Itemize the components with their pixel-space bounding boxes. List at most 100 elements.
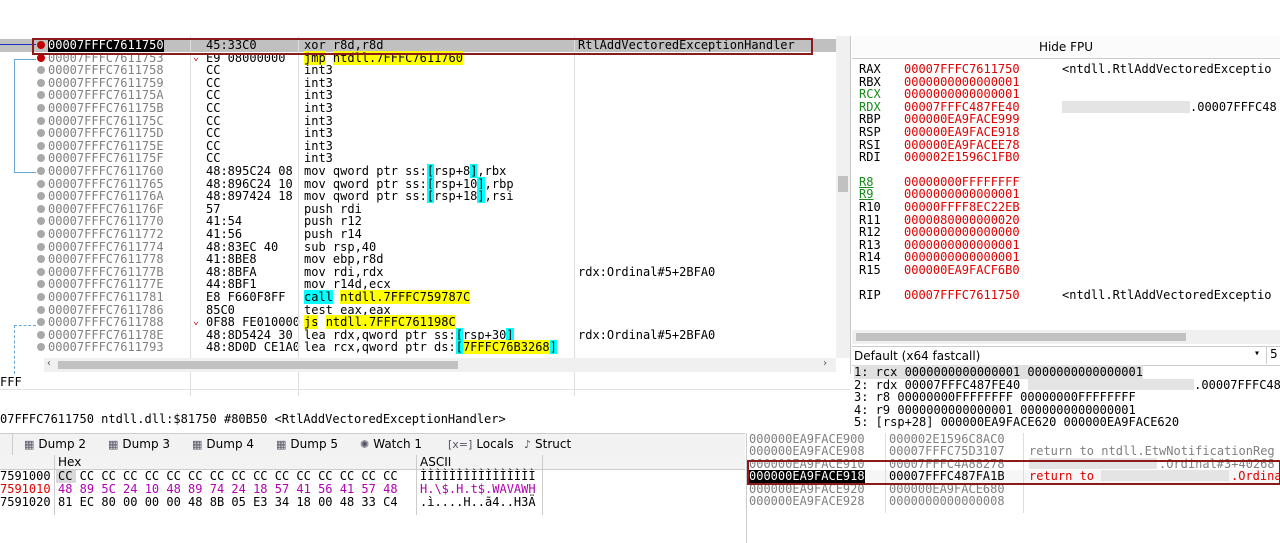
stack-row[interactable]: 000000EA9FACE908 00007FFFC75D3107 return t… [747, 445, 1280, 457]
tab-watch-1[interactable]: ✺ Watch 1 [360, 437, 422, 451]
breakpoint-dot[interactable] [37, 154, 45, 163]
disasm-row[interactable]: 00007FFFC761176A 48:897424 18 mov qword pt… [0, 189, 836, 204]
disasm-row[interactable]: 00007FFFC7611781 E8 F660F8FF call ntdll.7F… [0, 290, 836, 304]
stack-row[interactable]: 000000EA9FACE928 0000000000000008 [747, 495, 1280, 507]
scrollbar-thumb[interactable] [58, 361, 458, 369]
dump-hex: CC CC CC CC CC CC CC CC CC CC CC CC CC C… [58, 469, 398, 483]
scrollbar-thumb[interactable] [838, 176, 848, 192]
disasm-row[interactable]: 00007FFFC761175D CC int3 [0, 127, 836, 140]
horizontal-scrollbar[interactable]: ‹ › [44, 358, 836, 372]
redacted-block [1062, 100, 1190, 113]
tab-label: Dump 2 [38, 437, 87, 451]
disasm-row[interactable]: 00007FFFC7611788 ⌄ 0F88 FE010000 js ntdll.7… [0, 315, 836, 330]
tab-dump-2[interactable]: ▦ Dump 2 [24, 437, 86, 451]
tab-label: Dump 4 [206, 437, 255, 451]
disasm-row[interactable]: 00007FFFC7611760 48:895C24 08 mov qword pt… [0, 164, 836, 178]
register-value[interactable]: 0000000000000000 [904, 226, 1020, 239]
tab-struct[interactable]: ♪ Struct [524, 437, 571, 451]
disasm-row[interactable]: 00007FFFC7611758 CC int3 [0, 64, 836, 77]
register-name: R15 [859, 263, 881, 277]
info-line-2: 07FFFC7611750 ntdll.dll:$81750 #80B50 <R… [0, 412, 506, 426]
breakpoint-dot[interactable] [37, 230, 45, 238]
breakpoint-dot[interactable] [37, 204, 45, 213]
stack-pane[interactable]: 000000EA9FACE900 000002E1596C8AC0 000000EA… [746, 433, 1280, 543]
column-separator [298, 36, 299, 396]
register-value[interactable]: 000000EA9FACF6B0 [904, 264, 1020, 277]
breakpoint-dot[interactable] [37, 104, 45, 112]
current-instruction-highlight-box [32, 38, 813, 55]
register-name: R10 [859, 200, 881, 214]
instruction-address: 00007FFFC7611760 [48, 164, 164, 178]
vertical-scrollbar[interactable] [836, 36, 850, 358]
tab-locals[interactable]: [x=] Locals [448, 437, 514, 451]
instruction-text: push r14 [304, 227, 362, 241]
disasm-row[interactable]: 00007FFFC7611778 41:8BE8 mov ebp,r8d [0, 253, 836, 266]
instruction-bytes: CC [206, 101, 221, 115]
breakpoint-dot[interactable] [37, 330, 45, 339]
argument-count-spinner[interactable]: 5 [1266, 347, 1280, 364]
breakpoint-dot[interactable] [37, 78, 45, 87]
breakpoint-dot[interactable] [37, 267, 45, 276]
breakpoint-dot[interactable] [37, 280, 45, 289]
ascii-column-header: ASCII [420, 455, 452, 469]
rip-arrow-line [0, 44, 36, 45]
instruction-address: 00007FFFC7611758 [48, 63, 164, 78]
dump-icon: ▦ [24, 438, 35, 451]
jump-flow-line [14, 59, 36, 60]
disasm-row[interactable]: 00007FFFC7611793 48:8D0D CE1A0 lea rcx,qwo… [0, 340, 836, 355]
scroll-right-icon[interactable]: › [822, 358, 828, 369]
scroll-left-icon[interactable]: ‹ [46, 358, 52, 369]
instruction-bytes: 0F88 FE010000 [206, 315, 300, 330]
disasm-row[interactable]: 00007FFFC7611772 41:56 push r14 [0, 228, 836, 241]
breakpoint-dot[interactable] [37, 129, 45, 138]
breakpoint-dot[interactable] [37, 255, 45, 264]
jump-flow-line [14, 325, 36, 326]
registers-horizontal-scrollbar[interactable] [852, 330, 1280, 344]
tab-dump-4[interactable]: ▦ Dump 4 [192, 437, 254, 451]
stack-value: 0000000000000008 [889, 494, 1005, 508]
instruction-address: 00007FFFC7611793 [48, 340, 164, 355]
breakpoint-dot[interactable] [37, 91, 45, 100]
register-value[interactable]: 000002E1596C1FB0 [904, 151, 1020, 164]
register-value[interactable]: 00007FFFC7611750 [904, 63, 1020, 76]
branch-target[interactable]: ntdll.7FFFC759787C [340, 290, 471, 304]
breakpoint-dot[interactable] [37, 343, 45, 352]
calling-convention-bar[interactable]: Default (x64 fastcall) ▾ 5 [852, 346, 1280, 366]
breakpoint-dot[interactable] [37, 116, 45, 125]
scrollbar-thumb[interactable] [856, 333, 1186, 341]
hide-fpu-button[interactable]: Hide FPU [852, 36, 1280, 59]
registers-pane[interactable]: Hide FPU RAX 00007FFFC7611750 <ntdll.RtlAd… [852, 36, 1280, 429]
breakpoint-dot[interactable] [37, 305, 45, 314]
column-separator [574, 36, 575, 396]
breakpoint-dot[interactable] [37, 141, 45, 150]
tab-label: Dump 3 [122, 437, 171, 451]
register-value[interactable]: 0000000000000001 [904, 88, 1020, 101]
breakpoint-dot[interactable] [37, 293, 45, 301]
divider [0, 389, 850, 390]
breakpoint-dot[interactable] [37, 318, 45, 327]
breakpoint-dot[interactable] [37, 167, 45, 175]
register-value[interactable]: 00000FFFF8EC22EB [904, 201, 1020, 214]
register-value[interactable]: 000000EA9FACE918 [904, 126, 1020, 139]
instruction-address: 00007FFFC7611778 [48, 252, 164, 267]
tab-dump-5[interactable]: ▦ Dump 5 [276, 437, 338, 451]
register-value[interactable]: 00007FFFC7611750 [904, 288, 1020, 302]
breakpoint-dot[interactable] [37, 179, 45, 188]
dump-ascii: H.\$.H.t$.WAVAWH [420, 482, 536, 497]
dump-hex: 48 89 5C 24 10 48 89 74 24 18 57 41 56 4… [58, 482, 398, 497]
dump-pane[interactable]: Hex ASCII 7591000 CC CC CC CC CC CC CC CC… [0, 455, 745, 543]
disasm-row[interactable]: 00007FFFC761175B CC int3 [0, 102, 836, 115]
stack-return-highlight-box [747, 460, 1280, 485]
instruction-text: lea rcx,qword ptr ds:[7FFFC76B3268] [304, 340, 557, 355]
disassembly-pane[interactable]: 00007FFFC7611750 45:33C0 xor r8d,r8d RtlAdd… [0, 36, 851, 396]
breakpoint-dot[interactable] [37, 217, 45, 226]
bracket: [ [426, 189, 435, 204]
tab-label: Struct [535, 437, 572, 451]
memory-operand: rsp+18 [434, 189, 478, 204]
dump-icon: ▦ [192, 438, 203, 451]
breakpoint-dot[interactable] [37, 242, 45, 251]
breakpoint-dot[interactable] [37, 66, 45, 75]
tab-dump-3[interactable]: ▦ Dump 3 [108, 437, 170, 451]
breakpoint-dot[interactable] [37, 192, 45, 201]
dropdown-arrow-icon[interactable]: ▾ [1254, 348, 1260, 359]
